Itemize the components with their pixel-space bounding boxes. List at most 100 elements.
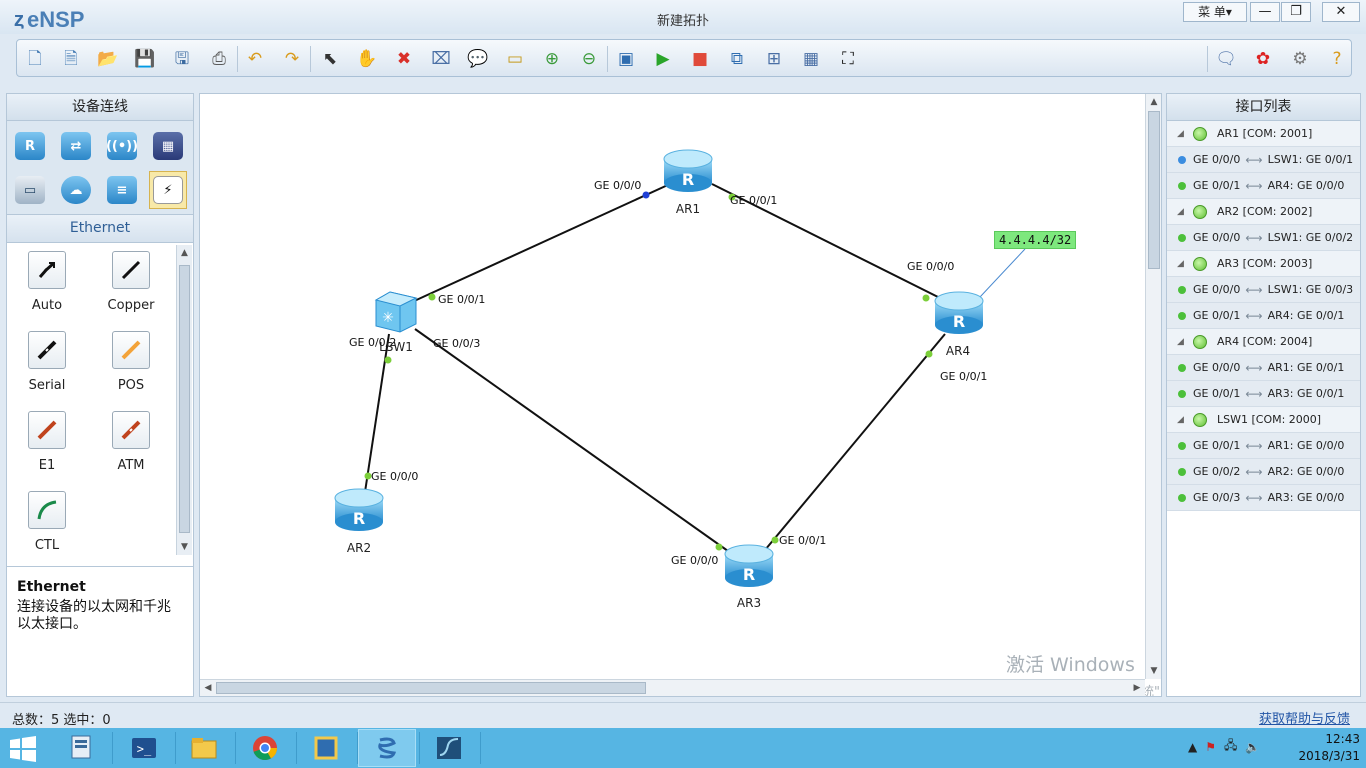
cable-copper[interactable]: Copper bbox=[91, 251, 171, 313]
cable-auto[interactable]: Auto bbox=[7, 251, 87, 313]
connection-category[interactable]: ⚡ bbox=[149, 171, 187, 209]
redo-icon[interactable]: ↷ bbox=[280, 47, 304, 71]
interface-row[interactable]: GE 0/0/1 ⟷ AR1: GE 0/0/0 bbox=[1167, 433, 1360, 459]
router-ar3[interactable]: R bbox=[724, 544, 774, 588]
minimize-button[interactable]: — bbox=[1250, 2, 1280, 22]
new-lab-icon[interactable]: 🗎 bbox=[59, 47, 83, 71]
stop-all-icon[interactable]: ■ bbox=[688, 47, 712, 71]
interface-row[interactable]: GE 0/0/0 ⟷ LSW1: GE 0/0/1 bbox=[1167, 147, 1360, 173]
interface-row[interactable]: GE 0/0/1 ⟷ AR4: GE 0/0/0 bbox=[1167, 173, 1360, 199]
cable-ctl[interactable]: CTL bbox=[7, 491, 87, 553]
print-icon[interactable]: ⎙ bbox=[207, 47, 231, 71]
expand-triangle-icon[interactable]: ◢ bbox=[1177, 259, 1189, 269]
save-icon[interactable]: 💾 bbox=[133, 47, 157, 71]
scrollbar-thumb[interactable] bbox=[1148, 111, 1160, 269]
scroll-up-icon[interactable]: ▲ bbox=[1146, 94, 1161, 110]
cable-atm[interactable]: ATM bbox=[91, 411, 171, 473]
device-row[interactable]: ◢ AR3 [COM: 2003] bbox=[1167, 251, 1360, 277]
cable-serial[interactable]: Serial bbox=[7, 331, 87, 393]
pan-icon[interactable]: ✋ bbox=[355, 47, 379, 71]
ensp-icon[interactable] bbox=[358, 729, 416, 767]
interface-row[interactable]: GE 0/0/0 ⟷ AR1: GE 0/0/1 bbox=[1167, 355, 1360, 381]
close-button[interactable]: ✕ bbox=[1322, 2, 1360, 22]
chrome-icon[interactable] bbox=[236, 729, 294, 767]
link-lsw1-ar3[interactable] bbox=[414, 328, 736, 557]
delete-link-icon[interactable]: ⌧ bbox=[429, 47, 453, 71]
wlan-category[interactable]: ((•)) bbox=[103, 127, 141, 165]
virtualbox-icon[interactable] bbox=[297, 729, 355, 767]
pc-category[interactable]: ▭ bbox=[11, 171, 49, 209]
start-all-icon[interactable]: ▶ bbox=[651, 47, 675, 71]
device-row[interactable]: ◢ AR2 [COM: 2002] bbox=[1167, 199, 1360, 225]
new-topology-icon[interactable]: 🗋 bbox=[23, 47, 47, 71]
grid-icon[interactable]: ▦ bbox=[799, 47, 823, 71]
router-ar1[interactable]: R bbox=[663, 149, 713, 193]
interface-row[interactable]: GE 0/0/0 ⟷ LSW1: GE 0/0/3 bbox=[1167, 277, 1360, 303]
interface-row[interactable]: GE 0/0/2 ⟷ AR2: GE 0/0/0 bbox=[1167, 459, 1360, 485]
show-hidden-icons[interactable]: ▲ bbox=[1188, 740, 1197, 754]
link-lsw1-ar1[interactable] bbox=[411, 183, 671, 303]
switch-category[interactable]: ⇄ bbox=[57, 127, 95, 165]
canvas-vertical-scrollbar[interactable]: ▲ ▼ bbox=[1145, 94, 1161, 679]
huawei-icon[interactable]: ✿ bbox=[1251, 47, 1275, 71]
help-feedback-link[interactable]: 获取帮助与反馈 bbox=[1259, 708, 1350, 727]
cloud-category[interactable]: ☁ bbox=[57, 171, 95, 209]
volume-icon[interactable]: 🔈 bbox=[1245, 740, 1260, 754]
link-ar3-ar4[interactable] bbox=[764, 333, 946, 551]
canvas-horizontal-scrollbar[interactable]: ◀ ▶ bbox=[200, 679, 1145, 696]
screenshot-icon[interactable]: ⛶ bbox=[836, 47, 860, 71]
scroll-right-icon[interactable]: ▶ bbox=[1129, 680, 1145, 696]
device-row[interactable]: ◢ AR4 [COM: 2004] bbox=[1167, 329, 1360, 355]
save-as-icon[interactable]: 🖫 bbox=[170, 47, 194, 71]
expand-triangle-icon[interactable]: ◢ bbox=[1177, 337, 1189, 347]
cable-e1[interactable]: E1 bbox=[7, 411, 87, 473]
wireshark-icon[interactable] bbox=[420, 729, 478, 767]
router-ar4[interactable]: R bbox=[934, 291, 984, 335]
other-device-category[interactable]: ≡ bbox=[103, 171, 141, 209]
device-row[interactable]: ◢ AR1 [COM: 2001] bbox=[1167, 121, 1360, 147]
scrollbar-thumb[interactable] bbox=[179, 265, 190, 533]
interface-row[interactable]: GE 0/0/0 ⟷ LSW1: GE 0/0/2 bbox=[1167, 225, 1360, 251]
clock[interactable]: 12:43 2018/3/31 bbox=[1298, 731, 1360, 765]
undo-icon[interactable]: ↶ bbox=[243, 47, 267, 71]
topology-canvas[interactable]: R R R R ✳ AR1 AR2 AR3 AR4 LSW1 GE 0/0/0 … bbox=[199, 93, 1162, 697]
cable-list-scrollbar[interactable]: ▲ ▼ bbox=[176, 245, 192, 555]
flag-icon[interactable]: ⚑ bbox=[1205, 740, 1216, 754]
select-icon[interactable]: ⬉ bbox=[318, 47, 342, 71]
device-row[interactable]: ◢ LSW1 [COM: 2000] bbox=[1167, 407, 1360, 433]
windows-start-icon[interactable] bbox=[8, 735, 38, 763]
router-category[interactable]: R bbox=[11, 127, 49, 165]
help-icon[interactable]: ? bbox=[1325, 47, 1349, 71]
topology-icon[interactable]: ⊞ bbox=[762, 47, 786, 71]
scroll-down-icon[interactable]: ▼ bbox=[1146, 663, 1161, 679]
scroll-up-icon[interactable]: ▲ bbox=[177, 245, 192, 261]
scrollbar-thumb[interactable] bbox=[216, 682, 646, 694]
switch-lsw1[interactable]: ✳ bbox=[372, 290, 418, 334]
main-menu-button[interactable]: 菜 单▾ bbox=[1183, 2, 1247, 22]
expand-triangle-icon[interactable]: ◢ bbox=[1177, 207, 1189, 217]
zoom-in-icon[interactable]: ⊕ bbox=[540, 47, 564, 71]
capture-icon[interactable]: ⧉ bbox=[725, 47, 749, 71]
settings-icon[interactable]: ⚙ bbox=[1288, 47, 1312, 71]
expand-triangle-icon[interactable]: ◢ bbox=[1177, 129, 1189, 139]
cable-pos[interactable]: POS bbox=[91, 331, 171, 393]
network-icon[interactable]: 🖧 bbox=[1224, 736, 1237, 757]
maximize-button[interactable]: ❐ bbox=[1281, 2, 1311, 22]
server-manager-icon[interactable] bbox=[52, 729, 110, 767]
interface-row[interactable]: GE 0/0/1 ⟷ AR4: GE 0/0/1 bbox=[1167, 303, 1360, 329]
add-text-icon[interactable]: 💬 bbox=[466, 47, 490, 71]
fit-icon[interactable]: ▣ bbox=[614, 47, 638, 71]
zoom-out-icon[interactable]: ⊖ bbox=[577, 47, 601, 71]
scroll-down-icon[interactable]: ▼ bbox=[177, 539, 192, 555]
delete-icon[interactable]: ✖ bbox=[392, 47, 416, 71]
chat-icon[interactable]: 🗨 bbox=[1214, 47, 1238, 71]
scroll-left-icon[interactable]: ◀ bbox=[200, 680, 216, 696]
file-explorer-icon[interactable] bbox=[175, 729, 233, 767]
expand-triangle-icon[interactable]: ◢ bbox=[1177, 415, 1189, 425]
interface-row[interactable]: GE 0/0/1 ⟷ AR3: GE 0/0/1 bbox=[1167, 381, 1360, 407]
text-note[interactable]: 4.4.4.4/32 bbox=[994, 231, 1077, 249]
open-icon[interactable]: 📂 bbox=[96, 47, 120, 71]
add-shape-icon[interactable]: ▭ bbox=[503, 47, 527, 71]
router-ar2[interactable]: R bbox=[334, 488, 384, 532]
interface-row[interactable]: GE 0/0/3 ⟷ AR3: GE 0/0/0 bbox=[1167, 485, 1360, 511]
